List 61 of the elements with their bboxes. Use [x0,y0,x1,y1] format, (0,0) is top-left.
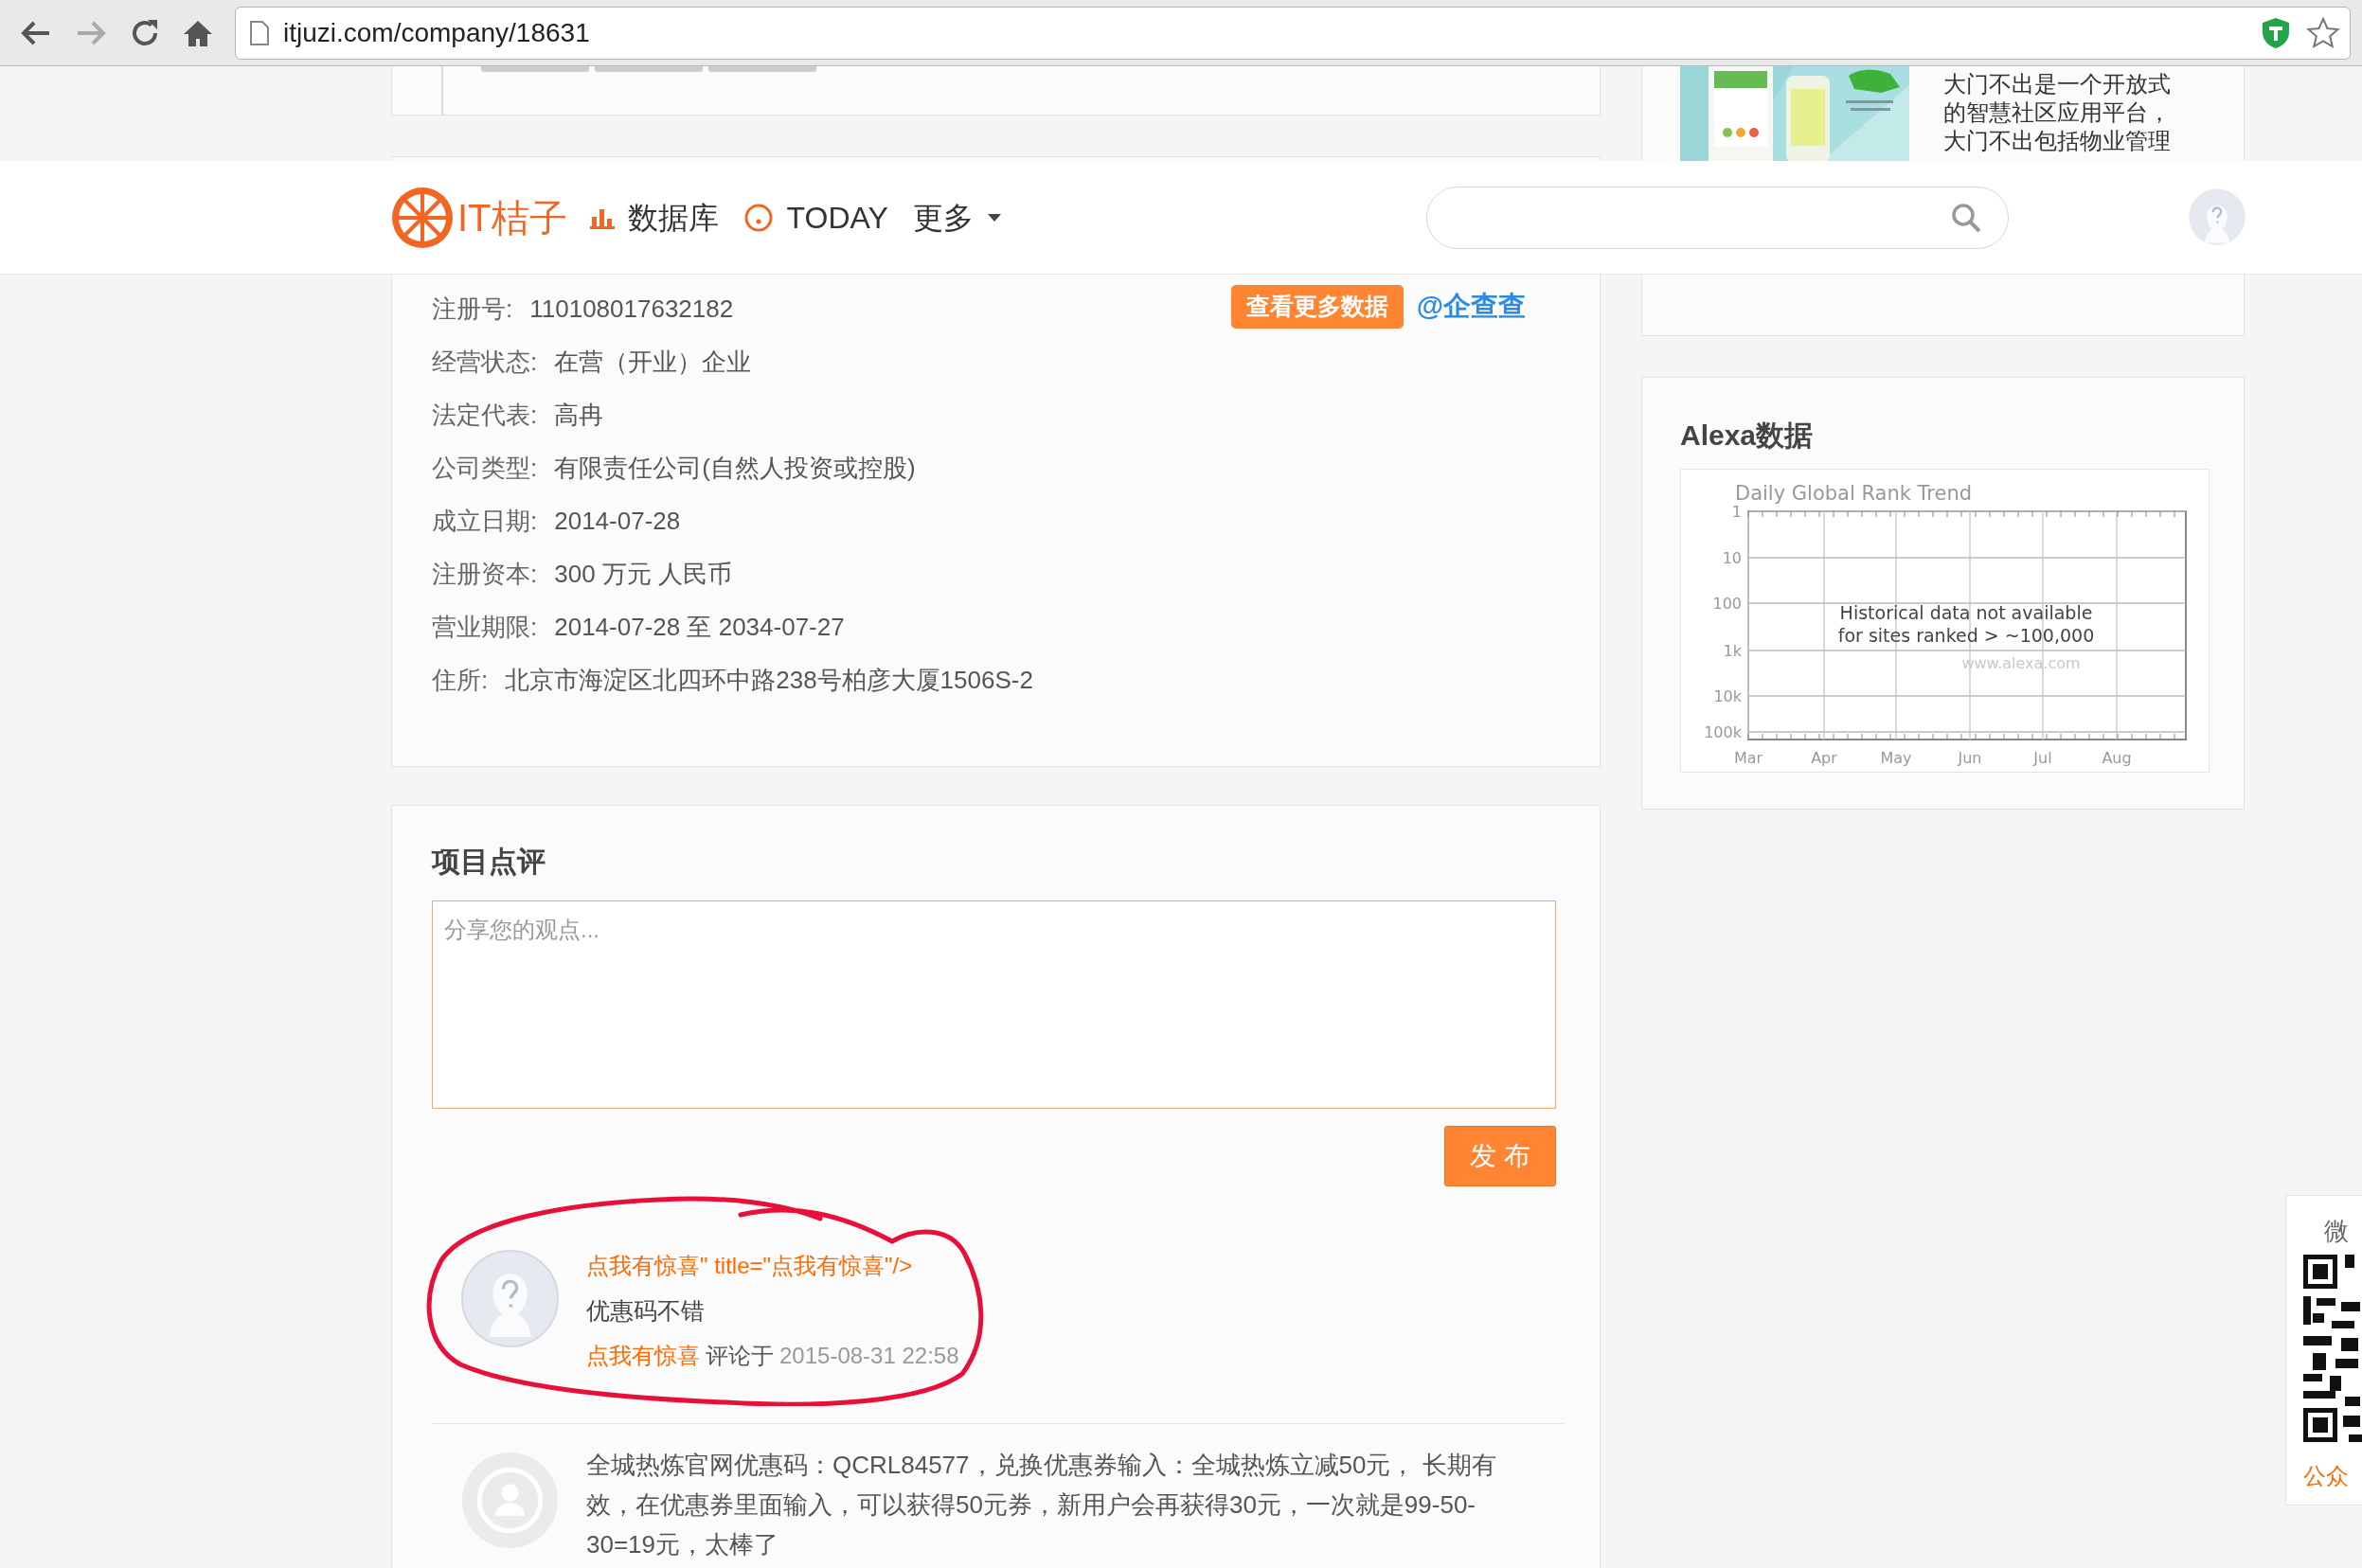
field-label: 成立日期: [432,505,538,537]
field-label: 法定代表: [432,399,538,431]
nav-link[interactable]: 数据库 [589,194,719,241]
field-value: 高冉 [554,399,604,431]
circle-icon [743,202,774,233]
comment-text: 全城热炼官网优惠码：QCRL84577，兑换优惠券输入：全城热炼立减50元， 长期有效，在优惠券里面输入，可以获得50元券，新用户会再获得30元，一次就是99-50-30=19元，太棒了 [586,1450,1497,1560]
section-title: 项目点评 [432,845,546,879]
axis-tick-label: Jul [2033,749,2052,767]
chart-title: Daily Global Rank Trend [1735,482,1973,505]
field-label: 注册号: [432,293,513,325]
axis-tick-label: May [1880,749,1912,767]
logo-text[interactable]: IT桔子 [457,188,567,246]
axis-tick-label: 100k [1704,723,1742,741]
nav-link[interactable]: TODAY [743,194,888,241]
qr-heading: 微 [2323,1216,2350,1247]
comment-title-link[interactable]: 点我有惊喜" title="点我有惊喜"/> [586,1249,959,1287]
search-icon[interactable] [1951,202,1981,233]
address-bar[interactable]: itjuzi.com/company/18631 [235,6,2351,60]
logo-icon[interactable] [391,186,454,249]
axis-tick-label: 1k [1723,642,1742,660]
more-data-button[interactable]: 查看更多数据 [1230,285,1404,329]
field-value: 在营（开业）企业 [554,346,752,378]
field-value: 300 万元 人民币 [554,558,733,590]
comment-time: 2015-08-31 22:58 [779,1342,959,1370]
field-label: 住所: [432,664,489,696]
axis-tick-label: Mar [1733,749,1763,767]
qr-caption: 公众 [2303,1462,2350,1490]
field-value: 110108017632182 [529,293,734,325]
bookmark-star-icon[interactable] [2306,15,2340,50]
chart-message: for sites ranked > ~100,000 [1837,625,2095,646]
caret-icon [986,212,1002,223]
comment-text: 优惠码不错 [586,1296,706,1326]
axis-tick-label: 10 [1722,549,1742,567]
comment-field[interactable]: 分享您的观点... [432,900,1556,1109]
axis-tick-label: Aug [2102,749,2132,767]
author-link[interactable]: 点我有惊喜 [586,1334,700,1378]
field-label: 公司类型: [432,452,538,484]
url-text: itjuzi.com/company/18631 [283,16,591,49]
field-label: 注册资本: [432,558,538,590]
field-value: 2014-07-28 [554,505,681,537]
axis-tick-label: 100 [1712,595,1742,613]
field-label: 经营状态: [432,346,538,378]
field-value: 北京市海淀区北四环中路238号柏彦大厦1506S-2 [505,664,1033,696]
intro-text: 大门不出包括物业管理 [1943,127,2171,155]
axis-tick-label: 10k [1713,687,1742,705]
publish-button[interactable]: 发 布 [1444,1126,1556,1186]
field-value: 2014-07-28 至 2034-07-27 [554,611,845,643]
page-icon [249,19,270,46]
nav-link[interactable]: 更多 [912,194,1002,241]
field-value: 有限责任公司(自然人投资或控股) [554,452,916,484]
axis-tick-label: 1 [1731,503,1742,521]
default-avatar-icon [460,1249,560,1348]
intro-text: 大门不出是一个开放式 [1943,70,2171,98]
chart-message: Historical data not available [1839,602,2093,623]
source-link[interactable]: @企查查 [1416,286,1526,328]
axis-tick-label: Jun [1958,749,1982,767]
intro-text: 的智慧社区应用平台， [1943,98,2171,127]
section-title: Alexa数据 [1680,419,1815,453]
field-label: 营业期限: [432,611,538,643]
comment-meta: 评论于 [706,1342,774,1370]
axis-tick-label: Apr [1811,749,1837,767]
